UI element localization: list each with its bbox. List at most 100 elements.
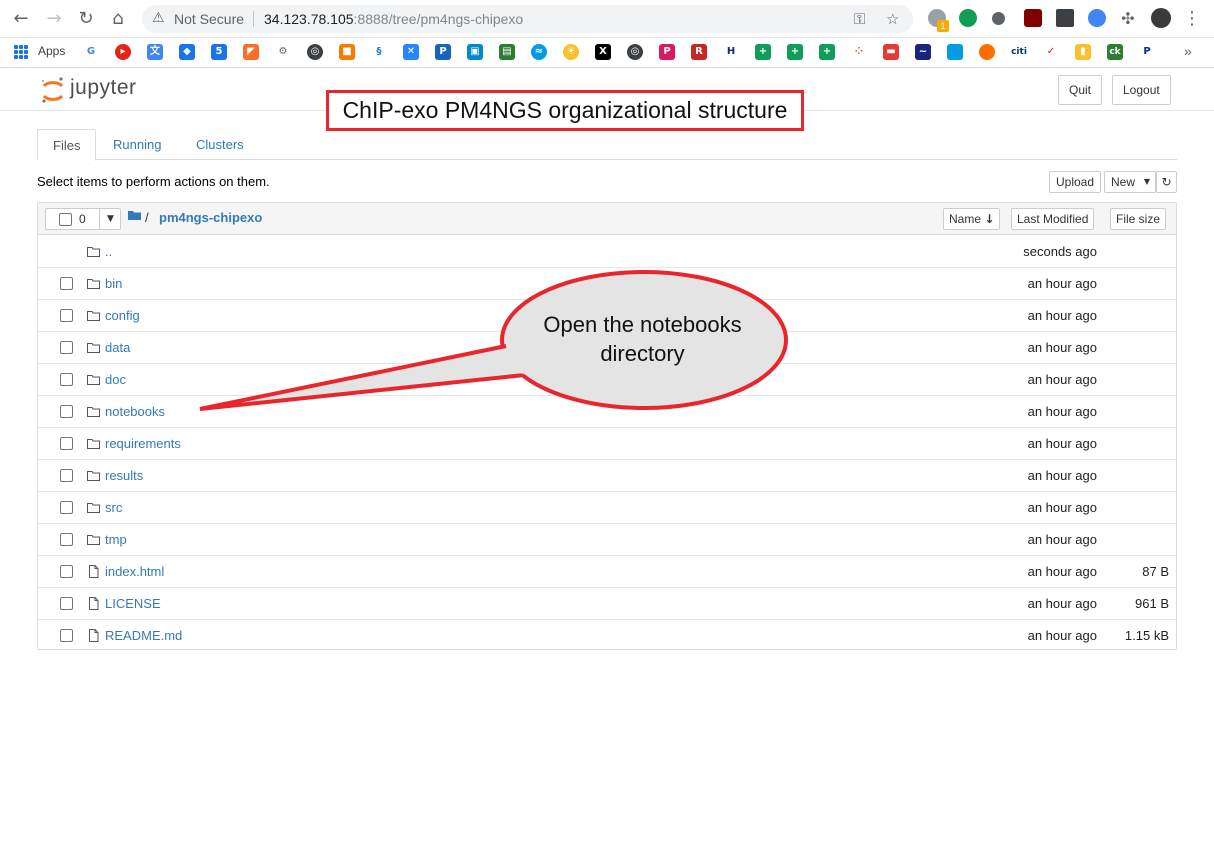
citi-bookmark-icon[interactable]: citi [1011, 44, 1027, 60]
back-icon[interactable]: ← [9, 7, 33, 31]
ublock-icon[interactable] [1024, 9, 1042, 27]
blue-square-bookmark-icon[interactable] [947, 44, 963, 60]
ck-bookmark-icon[interactable]: ck [1107, 44, 1123, 60]
logout-button[interactable]: Logout [1112, 75, 1171, 105]
row-name-link[interactable]: LICENSE [105, 596, 161, 611]
row-name-link[interactable]: bin [105, 276, 122, 291]
extensions-puzzle-icon[interactable]: ✣ [1116, 7, 1140, 31]
apps-label[interactable]: Apps [38, 44, 65, 58]
youtube-bookmark-icon[interactable]: ▸ [115, 44, 131, 60]
breadcrumb-current-folder[interactable]: pm4ngs-chipexo [159, 210, 262, 225]
wave-bookmark-icon[interactable]: ≈ [531, 44, 547, 60]
paypal-bookmark-icon[interactable]: P [1139, 44, 1155, 60]
select-dropdown-caret-icon[interactable]: ▼ [99, 208, 121, 230]
bars-bookmark-icon[interactable]: ▮ [1075, 44, 1091, 60]
r-bookmark-icon[interactable]: R [691, 44, 707, 60]
new-dropdown-button[interactable]: New ▼ [1104, 171, 1157, 193]
table-row[interactable]: tmp an hour ago [38, 524, 1176, 556]
confluence-bookmark-icon[interactable]: ✕ [403, 44, 419, 60]
row-name-link[interactable]: README.md [105, 628, 182, 643]
apps-grid-icon[interactable] [14, 45, 28, 59]
row-name-link[interactable]: results [105, 468, 143, 483]
table-row[interactable]: requirements an hour ago [38, 428, 1176, 460]
dark-bookmark-icon[interactable]: ~ [915, 44, 931, 60]
more-bookmarks-icon[interactable]: » [1184, 43, 1192, 59]
row-checkbox[interactable] [60, 629, 73, 642]
google-extension-icon[interactable] [1088, 9, 1106, 27]
row-name-link[interactable]: src [105, 500, 122, 515]
car-bookmark-icon[interactable]: H [723, 44, 739, 60]
table-row[interactable]: bin an hour ago [38, 268, 1176, 300]
row-name-link[interactable]: data [105, 340, 130, 355]
not-secure-label[interactable]: Not Secure [174, 11, 244, 27]
jupyter-logo-text[interactable]: jupyter [70, 76, 137, 100]
table-row[interactable]: index.html an hour ago 87 B [38, 556, 1176, 588]
row-checkbox[interactable] [60, 501, 73, 514]
table-row[interactable]: results an hour ago [38, 460, 1176, 492]
qr-code-icon[interactable] [1056, 9, 1074, 27]
row-checkbox[interactable] [60, 533, 73, 546]
table-row[interactable]: README.md an hour ago 1.15 kB [38, 620, 1176, 652]
sun-bookmark-icon[interactable]: ☀ [563, 44, 579, 60]
hangouts-icon[interactable] [959, 9, 977, 27]
table-row[interactable]: .. seconds ago [38, 236, 1176, 268]
select-all-checkbox[interactable] [59, 213, 72, 226]
row-checkbox[interactable] [60, 565, 73, 578]
table-row[interactable]: notebooks an hour ago [38, 396, 1176, 428]
settings-bookmark-icon[interactable]: ⚙ [275, 44, 291, 60]
url-text[interactable]: 34.123.78.105:8888/tree/pm4ngs-chipexo [264, 11, 523, 27]
row-name-link[interactable]: config [105, 308, 140, 323]
p-bookmark-icon[interactable]: P [435, 44, 451, 60]
table-row[interactable]: doc an hour ago [38, 364, 1176, 396]
sort-by-name-button[interactable]: Name ↓ [943, 208, 1001, 230]
refresh-button[interactable]: ↻ [1156, 171, 1177, 193]
sheets-bookmark-icon-1[interactable]: + [755, 44, 771, 60]
bookmark-star-icon[interactable]: ☆ [886, 10, 899, 28]
key-icon[interactable]: ⚿ [854, 10, 865, 28]
tab-clusters[interactable]: Clusters [181, 129, 259, 160]
link-bookmark-icon[interactable]: § [371, 44, 387, 60]
browser-menu-icon[interactable]: ⋮ [1180, 7, 1204, 31]
upload-button[interactable]: Upload [1049, 171, 1102, 193]
sheet-bookmark-icon[interactable]: ▤ [499, 44, 515, 60]
extension-icon-circle[interactable] [992, 12, 1005, 25]
row-name-link[interactable]: .. [105, 244, 112, 259]
sort-by-modified-button[interactable]: Last Modified [1011, 208, 1095, 230]
row-checkbox[interactable] [60, 373, 73, 386]
row-name-link[interactable]: tmp [105, 532, 127, 547]
table-row[interactable]: LICENSE an hour ago 961 B [38, 588, 1176, 620]
row-checkbox[interactable] [60, 277, 73, 290]
row-name-link[interactable]: requirements [105, 436, 181, 451]
table-row[interactable]: src an hour ago [38, 492, 1176, 524]
reload-icon[interactable]: ↻ [74, 7, 98, 31]
swoosh-bookmark-icon[interactable]: ✓ [1043, 44, 1059, 60]
home-icon[interactable]: ⌂ [106, 7, 130, 31]
profile-avatar[interactable] [1151, 8, 1171, 28]
globe-bookmark-icon-2[interactable]: ◎ [627, 44, 643, 60]
breadcrumb-home-folder-icon[interactable] [128, 210, 141, 220]
flag-bookmark-icon[interactable]: ▬ [883, 44, 899, 60]
row-checkbox[interactable] [60, 469, 73, 482]
gitlab-bookmark-icon[interactable]: ◤ [243, 44, 259, 60]
row-checkbox[interactable] [60, 437, 73, 450]
row-checkbox[interactable] [60, 341, 73, 354]
x-bookmark-icon[interactable]: X [595, 44, 611, 60]
row-name-link[interactable]: index.html [105, 564, 164, 579]
sort-by-size-button[interactable]: File size [1110, 208, 1167, 230]
box-bookmark-icon[interactable]: ■ [339, 44, 355, 60]
row-checkbox[interactable] [60, 597, 73, 610]
layers-bookmark-icon[interactable]: ◆ [179, 44, 195, 60]
row-checkbox[interactable] [60, 405, 73, 418]
firefox-bookmark-icon[interactable] [979, 44, 995, 60]
translate-bookmark-icon[interactable]: 文 [147, 44, 163, 60]
search-bookmark-icon[interactable]: ▣ [467, 44, 483, 60]
row-name-link[interactable]: doc [105, 372, 126, 387]
pp-bookmark-icon[interactable]: P [659, 44, 675, 60]
row-checkbox[interactable] [60, 309, 73, 322]
forward-icon[interactable]: → [42, 7, 66, 31]
sheets-bookmark-icon-2[interactable]: + [787, 44, 803, 60]
tab-files[interactable]: Files [37, 129, 97, 161]
row-name-link[interactable]: notebooks [105, 404, 165, 419]
calendar-bookmark-icon[interactable]: 5 [211, 44, 227, 60]
address-bar[interactable]: ⚠ Not Secure 34.123.78.105:8888/tree/pm4… [142, 5, 913, 33]
